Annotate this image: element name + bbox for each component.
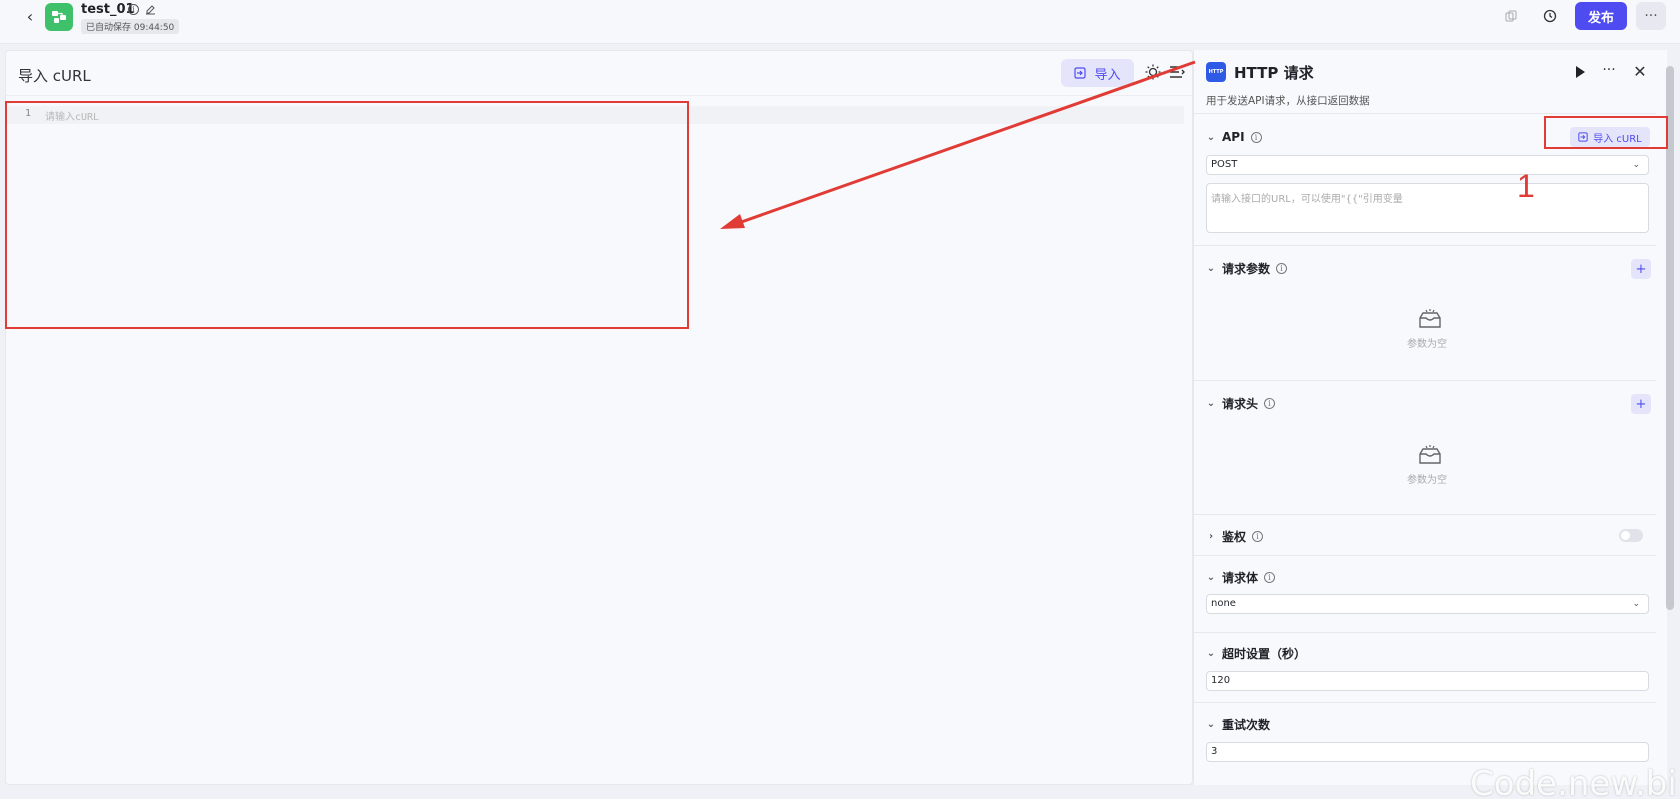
- copy-icon[interactable]: [1502, 7, 1520, 25]
- timeout-input[interactable]: 120: [1206, 671, 1649, 691]
- history-icon[interactable]: [1541, 7, 1559, 25]
- app-name: test_01: [81, 2, 135, 17]
- close-icon[interactable]: ✕: [1630, 62, 1650, 82]
- method-select[interactable]: POST ⌄: [1206, 155, 1649, 175]
- divider: [6, 95, 1192, 96]
- auth-section-title[interactable]: › 鉴权 i: [1206, 528, 1264, 545]
- annotation-box-import-curl: [1544, 116, 1668, 149]
- params-label: 请求参数: [1222, 262, 1271, 276]
- more-dots-icon[interactable]: ···: [1599, 62, 1619, 82]
- auth-label: 鉴权: [1222, 530, 1247, 544]
- node-description: 用于发送API请求，从接口返回数据: [1206, 95, 1370, 107]
- info-icon[interactable]: i: [1250, 131, 1262, 143]
- theme-sun-icon[interactable]: [1144, 63, 1162, 81]
- url-input[interactable]: 请输入接口的URL，可以使用"{{"引用变量: [1206, 183, 1649, 233]
- format-list-icon[interactable]: [1168, 63, 1186, 81]
- timeout-section-title[interactable]: ⌄ 超时设置（秒）: [1206, 645, 1306, 662]
- api-label: API: [1222, 130, 1245, 144]
- autosave-badge: 已自动保存 09:44:50: [81, 19, 180, 34]
- info-icon[interactable]: i: [1252, 531, 1264, 542]
- chevron-down-icon: ⌄: [1632, 599, 1640, 609]
- annotation-number: 1: [1517, 168, 1535, 204]
- headers-label: 请求头: [1222, 397, 1259, 411]
- retry-label: 重试次数: [1222, 718, 1271, 732]
- chevron-down-icon: ⌄: [1206, 263, 1216, 274]
- annotation-box-editor: [5, 101, 689, 329]
- auth-toggle[interactable]: [1619, 529, 1643, 542]
- api-section-title[interactable]: ⌄ API i: [1206, 130, 1262, 144]
- empty-box-icon: [1419, 445, 1441, 464]
- chevron-down-icon: ⌄: [1206, 398, 1216, 409]
- divider: [1194, 245, 1656, 246]
- divider: [1194, 113, 1656, 114]
- add-param-button[interactable]: +: [1631, 259, 1651, 279]
- body-type-value: none: [1211, 598, 1236, 609]
- info-icon[interactable]: i: [1264, 398, 1276, 409]
- import-button-label: 导入: [1094, 67, 1121, 83]
- divider: [1194, 380, 1656, 381]
- divider: [1194, 702, 1656, 703]
- info-icon[interactable]: i: [1264, 572, 1276, 583]
- headers-section-title[interactable]: ⌄ 请求头 i: [1206, 395, 1276, 412]
- edit-icon[interactable]: [145, 4, 156, 15]
- top-bar: ‹ test_01 i 已自动保存 09:44:50 发布 ···: [0, 0, 1680, 44]
- divider: [1194, 632, 1656, 633]
- http-logo: HTTP: [1206, 62, 1226, 82]
- http-node-panel: HTTP HTTP 请求 ··· ✕ 用于发送API请求，从接口返回数据 ⌄ A…: [1193, 50, 1667, 785]
- editor-title: 导入 cURL: [18, 67, 91, 85]
- divider: [1194, 514, 1656, 515]
- timeout-label: 超时设置（秒）: [1222, 647, 1307, 661]
- app-logo: [45, 3, 73, 31]
- info-icon[interactable]: i: [1276, 263, 1288, 274]
- params-empty-text: 参数为空: [1407, 339, 1447, 350]
- chevron-down-icon: ⌄: [1206, 131, 1216, 143]
- body-label: 请求体: [1222, 571, 1259, 585]
- empty-box-icon: [1419, 309, 1441, 328]
- watermark: Code.new.bi: [1470, 764, 1677, 799]
- node-title: HTTP 请求: [1234, 64, 1314, 82]
- add-header-button[interactable]: +: [1631, 394, 1651, 414]
- more-button[interactable]: ···: [1636, 2, 1666, 30]
- chevron-down-icon: ⌄: [1206, 719, 1216, 730]
- body-section-title[interactable]: ⌄ 请求体 i: [1206, 569, 1276, 586]
- headers-empty-text: 参数为空: [1407, 475, 1447, 486]
- retry-section-title[interactable]: ⌄ 重试次数: [1206, 716, 1270, 733]
- chevron-down-icon: ⌄: [1632, 160, 1640, 170]
- divider: [1194, 555, 1656, 556]
- import-icon: [1074, 67, 1087, 79]
- publish-button[interactable]: 发布: [1575, 2, 1627, 30]
- params-section-title[interactable]: ⌄ 请求参数 i: [1206, 260, 1288, 277]
- workflow-icon: [52, 11, 66, 23]
- back-chevron-icon[interactable]: ‹: [20, 6, 40, 26]
- retry-input[interactable]: 3: [1206, 742, 1649, 762]
- import-button[interactable]: 导入: [1061, 59, 1134, 87]
- info-icon[interactable]: i: [128, 4, 139, 15]
- chevron-down-icon: ⌄: [1206, 572, 1216, 583]
- chevron-right-icon: ›: [1208, 531, 1214, 542]
- chevron-down-icon: ⌄: [1206, 648, 1216, 659]
- method-value: POST: [1211, 159, 1238, 170]
- play-icon[interactable]: [1572, 64, 1588, 80]
- body-type-select[interactable]: none ⌄: [1206, 594, 1649, 614]
